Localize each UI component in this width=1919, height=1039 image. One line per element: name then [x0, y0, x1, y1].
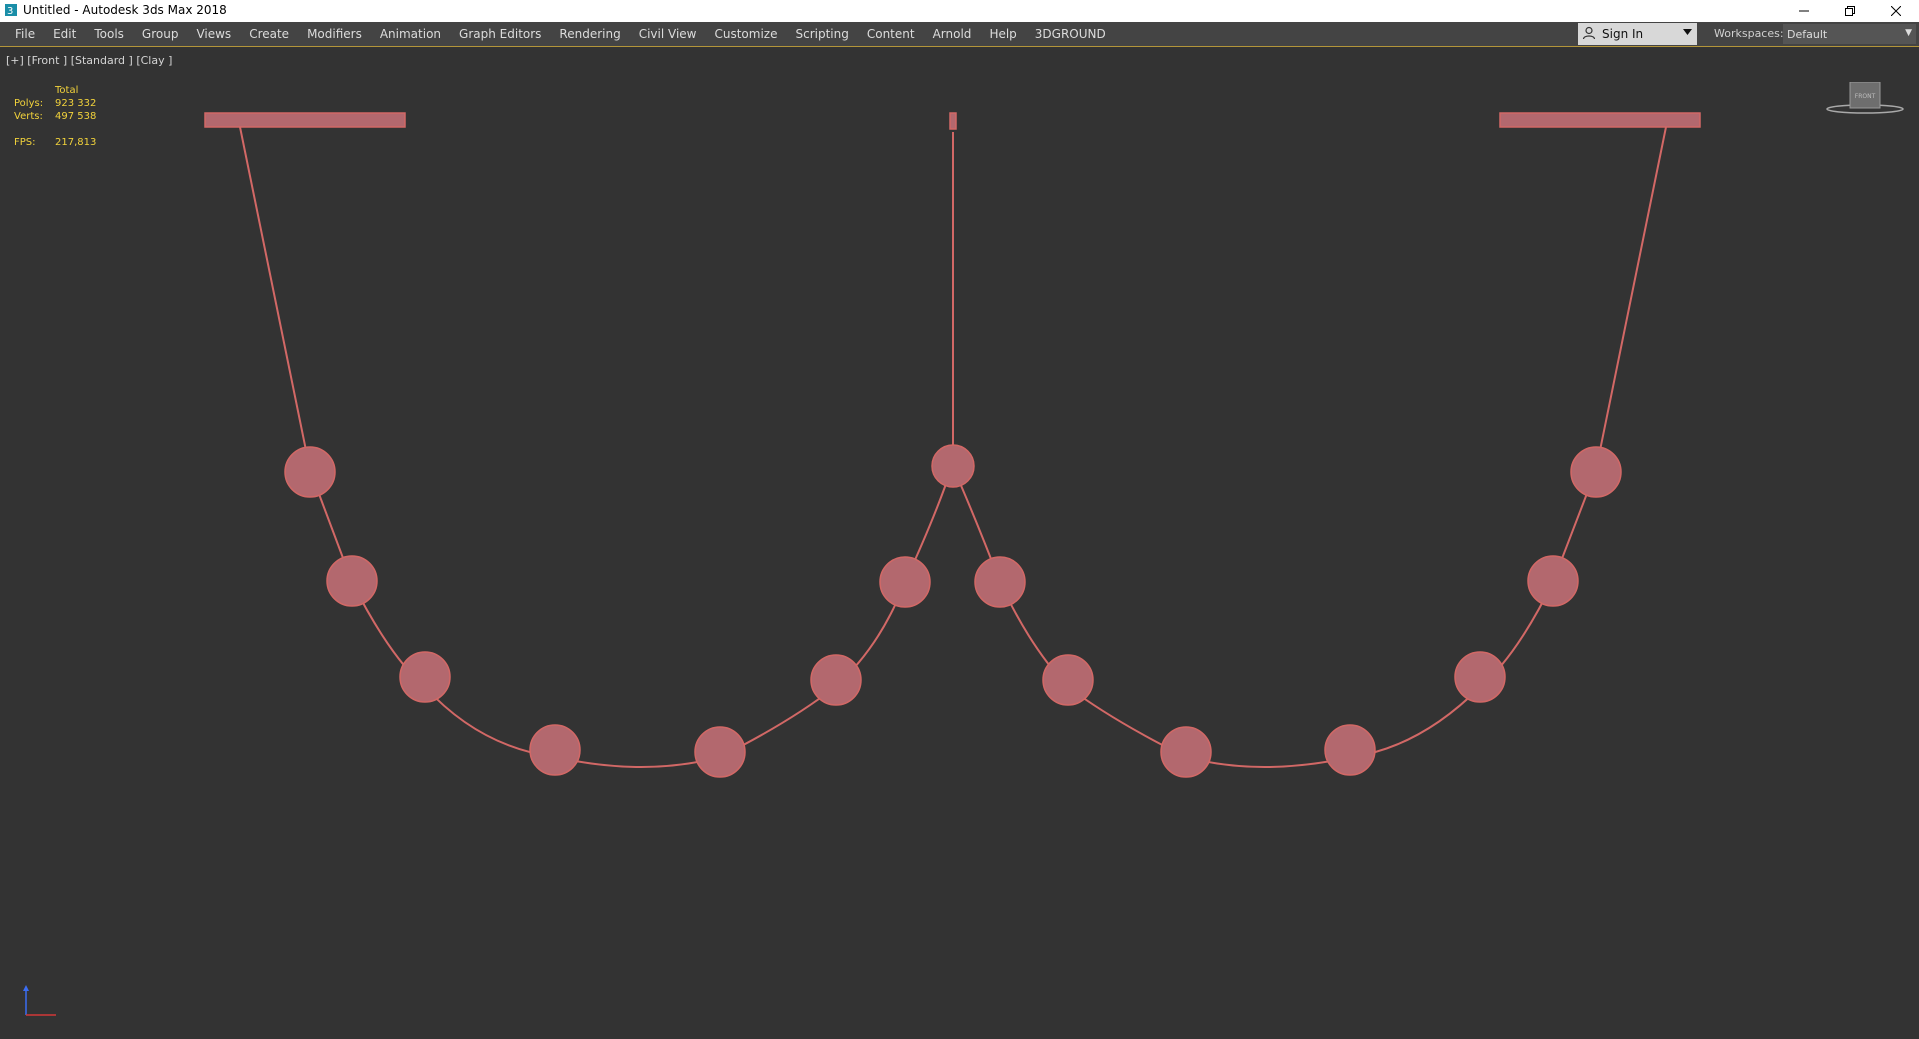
- app-icon: 3: [5, 4, 17, 17]
- menu-views[interactable]: Views: [187, 22, 240, 46]
- menu-animation[interactable]: Animation: [371, 22, 450, 46]
- chevron-down-icon: [1683, 29, 1692, 35]
- pendant-ball[interactable]: [1160, 726, 1212, 778]
- left-ceiling-mount[interactable]: [204, 112, 406, 128]
- minimize-button[interactable]: [1781, 0, 1827, 22]
- menu-file[interactable]: File: [6, 22, 44, 46]
- menu-arnold[interactable]: Arnold: [924, 22, 981, 46]
- restore-icon: [1845, 6, 1855, 16]
- minimize-icon: [1799, 10, 1809, 12]
- restore-button[interactable]: [1827, 0, 1873, 22]
- menu-group[interactable]: Group: [133, 22, 188, 46]
- chevron-down-icon: ▼: [1905, 28, 1912, 38]
- menu-3dground[interactable]: 3DGROUND: [1026, 22, 1115, 46]
- pendant-ball[interactable]: [1570, 446, 1622, 498]
- menu-tools[interactable]: Tools: [85, 22, 133, 46]
- scene-geometry[interactable]: [0, 47, 1919, 1039]
- front-viewport[interactable]: [+] [Front ] [Standard ] [Clay ] Total P…: [0, 47, 1919, 1039]
- svg-text:3: 3: [7, 6, 13, 17]
- sign-in-label: Sign In: [1602, 27, 1644, 41]
- right-ceiling-mount[interactable]: [1499, 112, 1701, 128]
- menu-edit[interactable]: Edit: [44, 22, 85, 46]
- title-bar: 3 Untitled - Autodesk 3ds Max 2018: [0, 0, 1919, 22]
- pendant-ball[interactable]: [879, 556, 931, 608]
- pendant-ball[interactable]: [810, 654, 862, 706]
- user-icon: [1582, 26, 1596, 40]
- pendant-ball[interactable]: [326, 555, 378, 607]
- close-button[interactable]: [1873, 0, 1919, 22]
- pendant-ball[interactable]: [399, 651, 451, 703]
- workspaces-label: Workspaces:: [1714, 27, 1784, 40]
- menu-create[interactable]: Create: [240, 22, 298, 46]
- menu-modifiers[interactable]: Modifiers: [298, 22, 371, 46]
- pendant-ball[interactable]: [529, 724, 581, 776]
- pendant-ball[interactable]: [1042, 654, 1094, 706]
- viewcube-icon[interactable]: FRONT: [1820, 82, 1910, 122]
- window-title: Untitled - Autodesk 3ds Max 2018: [23, 3, 227, 17]
- axis-gizmo-icon: [23, 985, 56, 1016]
- pendant-ball[interactable]: [931, 444, 975, 488]
- menu-scripting[interactable]: Scripting: [786, 22, 857, 46]
- menu-content[interactable]: Content: [858, 22, 924, 46]
- menu-rendering[interactable]: Rendering: [550, 22, 629, 46]
- pendant-ball[interactable]: [1454, 651, 1506, 703]
- close-icon: [1891, 6, 1901, 16]
- menu-graph-editors[interactable]: Graph Editors: [450, 22, 550, 46]
- viewcube-label: FRONT: [1855, 93, 1876, 100]
- sign-in-dropdown[interactable]: Sign In: [1578, 23, 1697, 45]
- pendant-ball[interactable]: [1324, 724, 1376, 776]
- menu-help[interactable]: Help: [980, 22, 1025, 46]
- pendant-ball[interactable]: [694, 726, 746, 778]
- workspaces-select[interactable]: Default ▼: [1783, 24, 1916, 44]
- pendant-ball[interactable]: [974, 556, 1026, 608]
- pendant-ball[interactable]: [1527, 555, 1579, 607]
- workspaces-value: Default: [1787, 28, 1828, 41]
- center-ceiling-mount[interactable]: [949, 112, 957, 130]
- menu-civil-view[interactable]: Civil View: [630, 22, 706, 46]
- pendant-ball[interactable]: [284, 446, 336, 498]
- menu-customize[interactable]: Customize: [705, 22, 786, 46]
